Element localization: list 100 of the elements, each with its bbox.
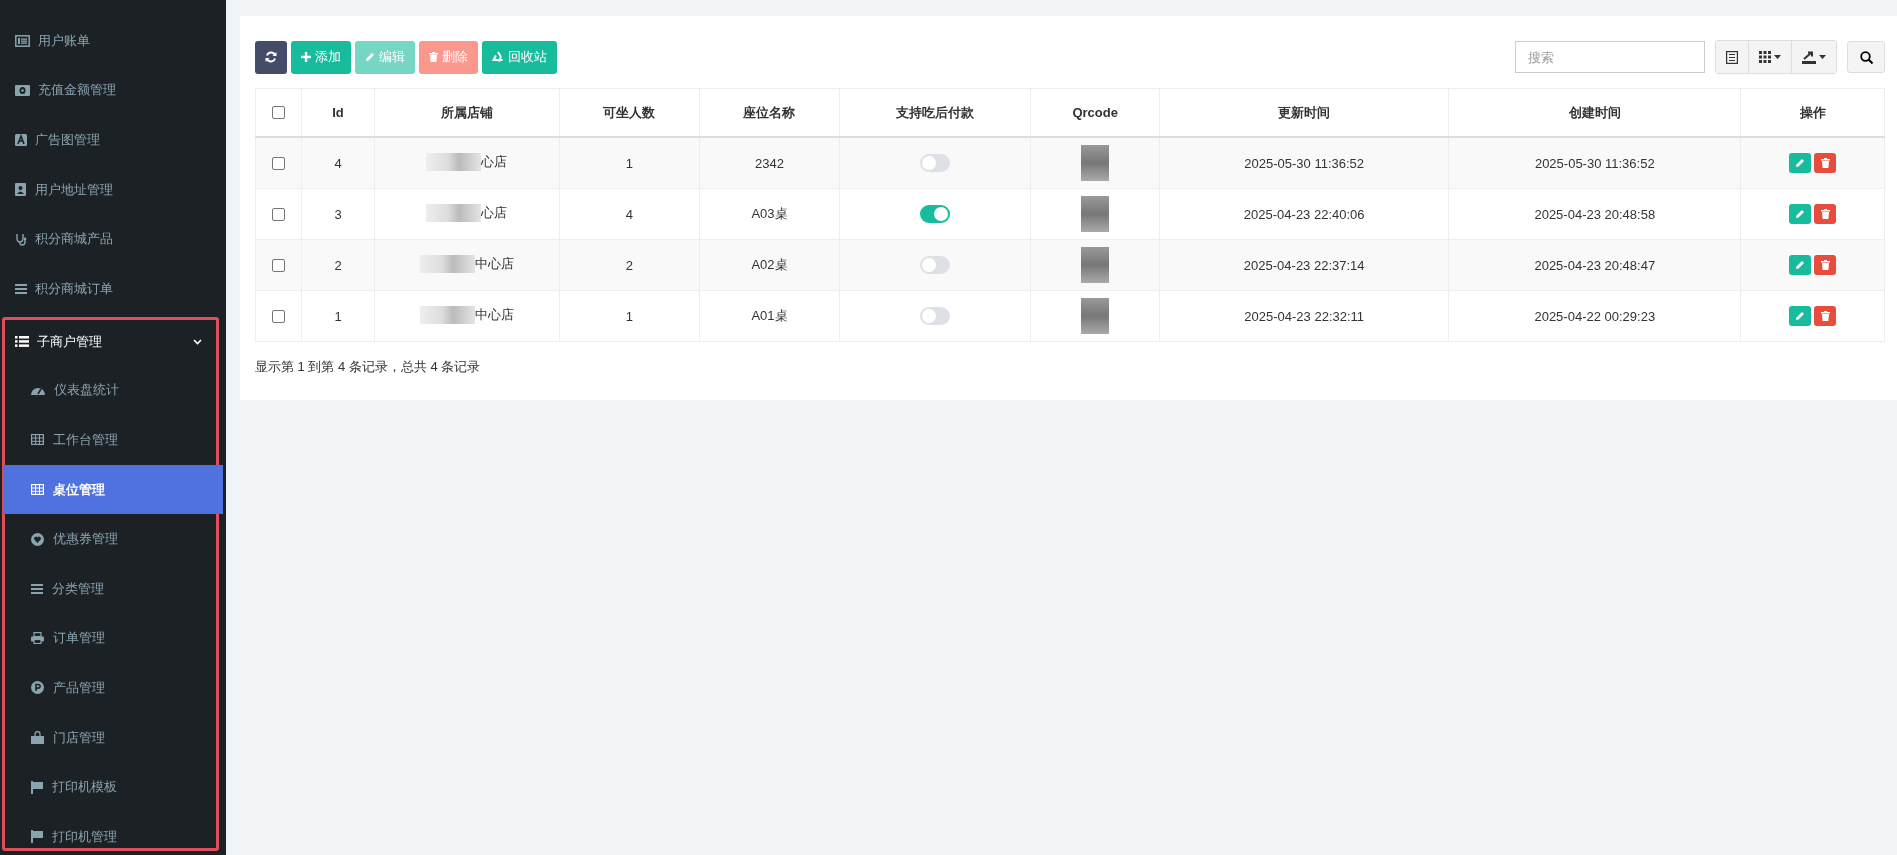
printer-icon [31,632,44,645]
banknote-icon [15,84,30,96]
column-header: Qrcode [1072,105,1118,120]
recycle-icon [492,51,504,63]
export-button[interactable] [1791,41,1836,73]
column-header: 支持吃后付款 [896,104,975,120]
sidebar-item[interactable]: 门店管理 [3,712,223,763]
trash-icon [1820,311,1830,321]
row-checkbox[interactable] [272,156,286,170]
caret-icon [1819,55,1826,59]
sidebar-item[interactable]: 产品管理 [3,663,223,713]
table-cell: 中心店 [474,305,514,324]
table-cell: 中心店 [474,254,514,273]
column-header: 更新时间 [1278,104,1331,120]
select-all-checkbox[interactable] [272,106,286,119]
delete-button[interactable] [1814,255,1837,275]
table-cell: 4 [334,155,342,171]
blurred-qr-code [1081,247,1110,283]
table-cell: A01桌 [751,308,788,323]
letter-p-circle-icon [31,681,44,695]
grid-icon [1759,51,1771,63]
sidebar-item[interactable]: 打印机管理 [3,811,223,855]
search-field[interactable]: 搜索 [1515,41,1705,73]
edit-button[interactable] [1789,306,1812,326]
sidebar-item[interactable]: 仪表盘统计 [3,365,223,416]
table-cell: 2025-04-22 00:29:23 [1534,308,1656,324]
chevron-down-icon [193,338,202,345]
trash-icon [1820,209,1830,219]
search-button[interactable] [1847,41,1885,73]
table-cell: 心店 [481,152,508,171]
sidebar-item[interactable]: 分类管理 [3,563,223,614]
refresh-button[interactable] [255,40,287,74]
edit-button[interactable] [1789,153,1812,173]
sidebar-item[interactable]: 充值金额管理 [0,65,226,116]
list-view-icon [1726,50,1738,64]
toggle-switch[interactable] [920,205,951,223]
pencil-icon [1795,158,1806,168]
sidebar-item[interactable]: 用户地址管理 [0,164,226,215]
row-checkbox[interactable] [272,309,286,323]
trash-icon [429,52,438,62]
list-icon [15,336,29,348]
pencil-icon [1795,209,1806,219]
flag-icon [31,780,43,794]
table-cell: 2025-04-23 20:48:58 [1534,206,1656,222]
menu-icon [15,283,27,294]
table-icon [31,434,44,446]
table-cell: 2025-04-23 22:32:11 [1244,308,1365,324]
table-cell: 2025-05-30 11:36:52 [1244,155,1365,171]
toggle-switch[interactable] [920,256,951,274]
sidebar-item[interactable]: 积分商城订单 [0,263,226,314]
edit-button[interactable] [1789,255,1812,275]
sidebar-item[interactable]: 订单管理 [3,613,223,664]
blurred-text [419,254,475,273]
heart-circle-icon [31,532,44,546]
column-header: 座位名称 [743,104,796,120]
export-icon [1802,50,1816,64]
sidebar-item[interactable]: 优惠券管理 [3,514,223,564]
table-cell: 1 [334,308,342,324]
refresh-icon [265,51,277,63]
sidebar-item[interactable]: 积分商城产品 [0,214,226,264]
column-header: 操作 [1799,104,1826,120]
sidebar-group-header[interactable]: 子商户管理 [5,319,216,364]
sidebar-item[interactable]: 打印机模板 [3,762,223,812]
pencil-icon [1795,260,1806,270]
table-cell: 2342 [755,155,784,171]
sidebar-item[interactable]: 广告图管理 [0,115,226,165]
delete-button[interactable] [1814,204,1837,224]
sidebar-item[interactable]: 桌位管理 [3,464,223,515]
table-cell: 2 [334,257,342,273]
table-cell: A02桌 [751,257,788,272]
blurred-text [426,203,482,222]
toggle-switch[interactable] [920,154,951,172]
search-icon [1859,50,1873,64]
toggle-switch[interactable] [920,307,951,325]
blurred-qr-code [1081,145,1110,181]
sidebar-item[interactable]: 工作台管理 [3,415,223,465]
table-cell: 1 [625,155,633,171]
stethoscope-icon [15,232,27,246]
table-cell: 2025-04-23 22:40:06 [1243,206,1365,222]
pagination-summary: 显示第 1 到第 4 条记录，总共 4 条记录 [255,358,482,376]
table-cell: A03桌 [751,206,788,221]
column-header: 可坐人数 [603,104,656,120]
table-cell: 2 [625,257,633,273]
sidebar-item[interactable]: 用户账单 [0,16,226,66]
table-cell: 2025-05-30 11:36:52 [1534,155,1655,171]
trash-icon [1820,260,1830,270]
column-header: 所属店铺 [440,104,493,120]
blurred-qr-code [1081,298,1110,334]
bill-icon [15,34,30,47]
flag-icon [31,830,43,844]
contact-card-icon [15,183,27,197]
row-checkbox[interactable] [272,258,286,272]
table-cell: 2025-04-23 20:48:47 [1534,257,1656,273]
delete-button[interactable] [1814,306,1837,326]
plus-icon [301,52,311,62]
edit-button[interactable] [1789,204,1812,224]
table-cell: 心店 [481,203,508,222]
delete-button[interactable] [1814,153,1837,173]
menu-icon [31,583,43,594]
row-checkbox[interactable] [272,207,286,221]
